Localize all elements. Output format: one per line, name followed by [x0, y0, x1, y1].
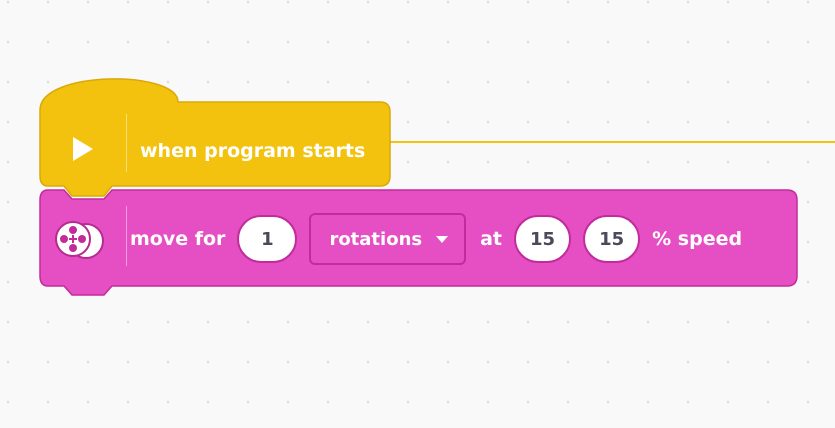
right-speed-input[interactable]: 15: [583, 215, 641, 263]
chevron-down-icon: [436, 235, 449, 243]
motor-pair-icon: [55, 221, 104, 259]
rotation-amount-input[interactable]: 1: [237, 215, 298, 263]
unit-dropdown-label: rotations: [329, 228, 423, 250]
unit-dropdown[interactable]: rotations: [309, 213, 467, 265]
hat-block-label: when program starts: [140, 140, 366, 162]
play-icon: [73, 137, 93, 161]
speed-suffix-label: % speed: [652, 228, 743, 250]
move-divider: [126, 206, 127, 266]
move-block-label: move for: [130, 228, 226, 250]
left-speed-input[interactable]: 15: [514, 215, 572, 263]
hat-divider: [126, 114, 127, 172]
at-label: at: [480, 228, 503, 250]
move-block-row: move for 1 rotations at 15 15 % speed: [130, 208, 742, 270]
